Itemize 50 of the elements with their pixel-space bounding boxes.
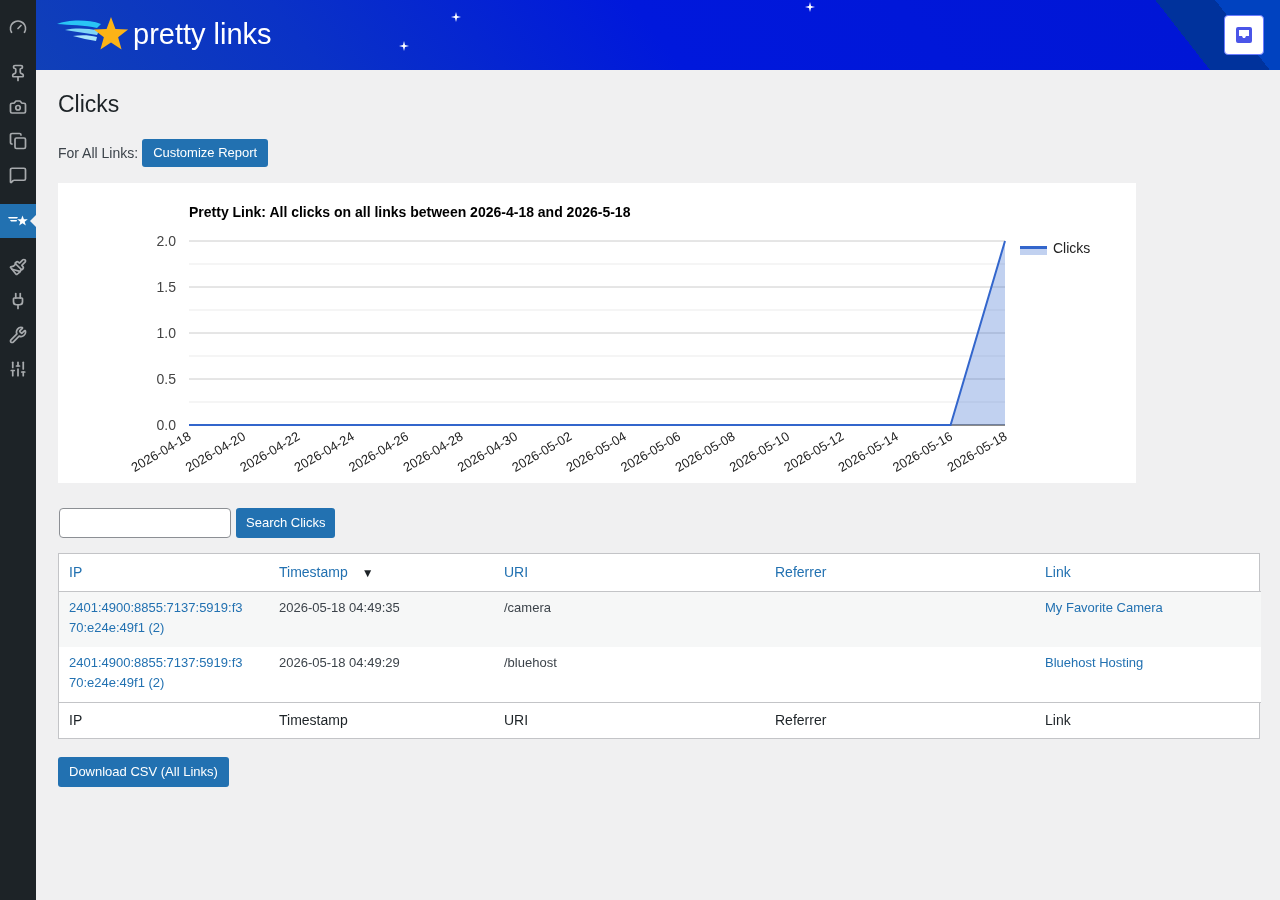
uri-cell: /bluehost	[494, 646, 765, 702]
column-footer: IP	[69, 712, 83, 729]
y-axis-label: 1.5	[156, 279, 176, 295]
documents-icon	[9, 132, 27, 150]
pin-icon	[9, 64, 27, 82]
timestamp-cell: 2026-05-18 04:49:29	[269, 646, 494, 702]
ip-link[interactable]: 2401:4900:8855:7137:5919:f370:e24e:49f1 (2)	[69, 652, 247, 693]
inbox-icon	[1235, 26, 1253, 44]
column-header[interactable]: URI	[504, 562, 529, 584]
sparkle-icon	[451, 12, 461, 22]
sparkle-icon	[805, 2, 815, 12]
sliders-icon	[9, 360, 27, 378]
column-header[interactable]: Link	[1045, 562, 1071, 584]
logo-text: pretty links	[133, 19, 272, 51]
y-axis-label: 0.0	[156, 417, 176, 433]
pointer-arrow-icon	[30, 215, 36, 227]
page-title: Clicks	[58, 90, 120, 119]
link-title[interactable]: Bluehost Hosting	[1045, 654, 1144, 670]
column-footer: URI	[504, 712, 529, 729]
sidebar-menu-item[interactable]	[0, 204, 36, 238]
sparkle-icon	[399, 41, 409, 51]
speech-bubble-icon	[9, 166, 27, 184]
column-footer: Timestamp	[279, 712, 348, 729]
inbox-button[interactable]	[1224, 15, 1264, 55]
customize-report-button[interactable]: Customize Report	[142, 139, 269, 167]
column-header[interactable]: Referrer	[775, 562, 827, 584]
uri-cell: /camera	[494, 591, 765, 647]
sort-indicator: ▼	[361, 564, 374, 582]
column-footer: Referrer	[775, 712, 827, 729]
ip-link[interactable]: 2401:4900:8855:7137:5919:f370:e24e:49f1 (2)	[69, 597, 247, 638]
timestamp-cell: 2026-05-18 04:49:35	[269, 591, 494, 647]
legend-swatch-icon	[1020, 246, 1047, 255]
search-button[interactable]: Search Clicks	[236, 508, 336, 538]
y-axis-label: 0.5	[156, 371, 176, 387]
gauge-icon	[9, 18, 27, 36]
wrench-icon	[9, 326, 27, 344]
search-field[interactable]	[59, 508, 231, 538]
y-axis-label: 2.0	[156, 233, 176, 249]
chart-title: Pretty Link: All clicks on all links between 2026-4-18 and 2026-5-18	[189, 204, 631, 220]
y-axis-label: 1.0	[156, 325, 176, 341]
paintbrush-icon	[9, 258, 27, 276]
link-title[interactable]: My Favorite Camera	[1045, 599, 1163, 615]
column-header[interactable]: IP	[69, 562, 83, 584]
legend-label: Clicks	[1053, 240, 1091, 256]
column-header[interactable]: Timestamp	[279, 562, 348, 584]
filter-label: For All Links:	[58, 143, 139, 163]
download-csv-button[interactable]: Download CSV (All Links)	[58, 757, 229, 787]
winged-star-icon	[8, 215, 28, 227]
column-footer: Link	[1045, 712, 1071, 729]
camera-icon	[9, 98, 27, 116]
